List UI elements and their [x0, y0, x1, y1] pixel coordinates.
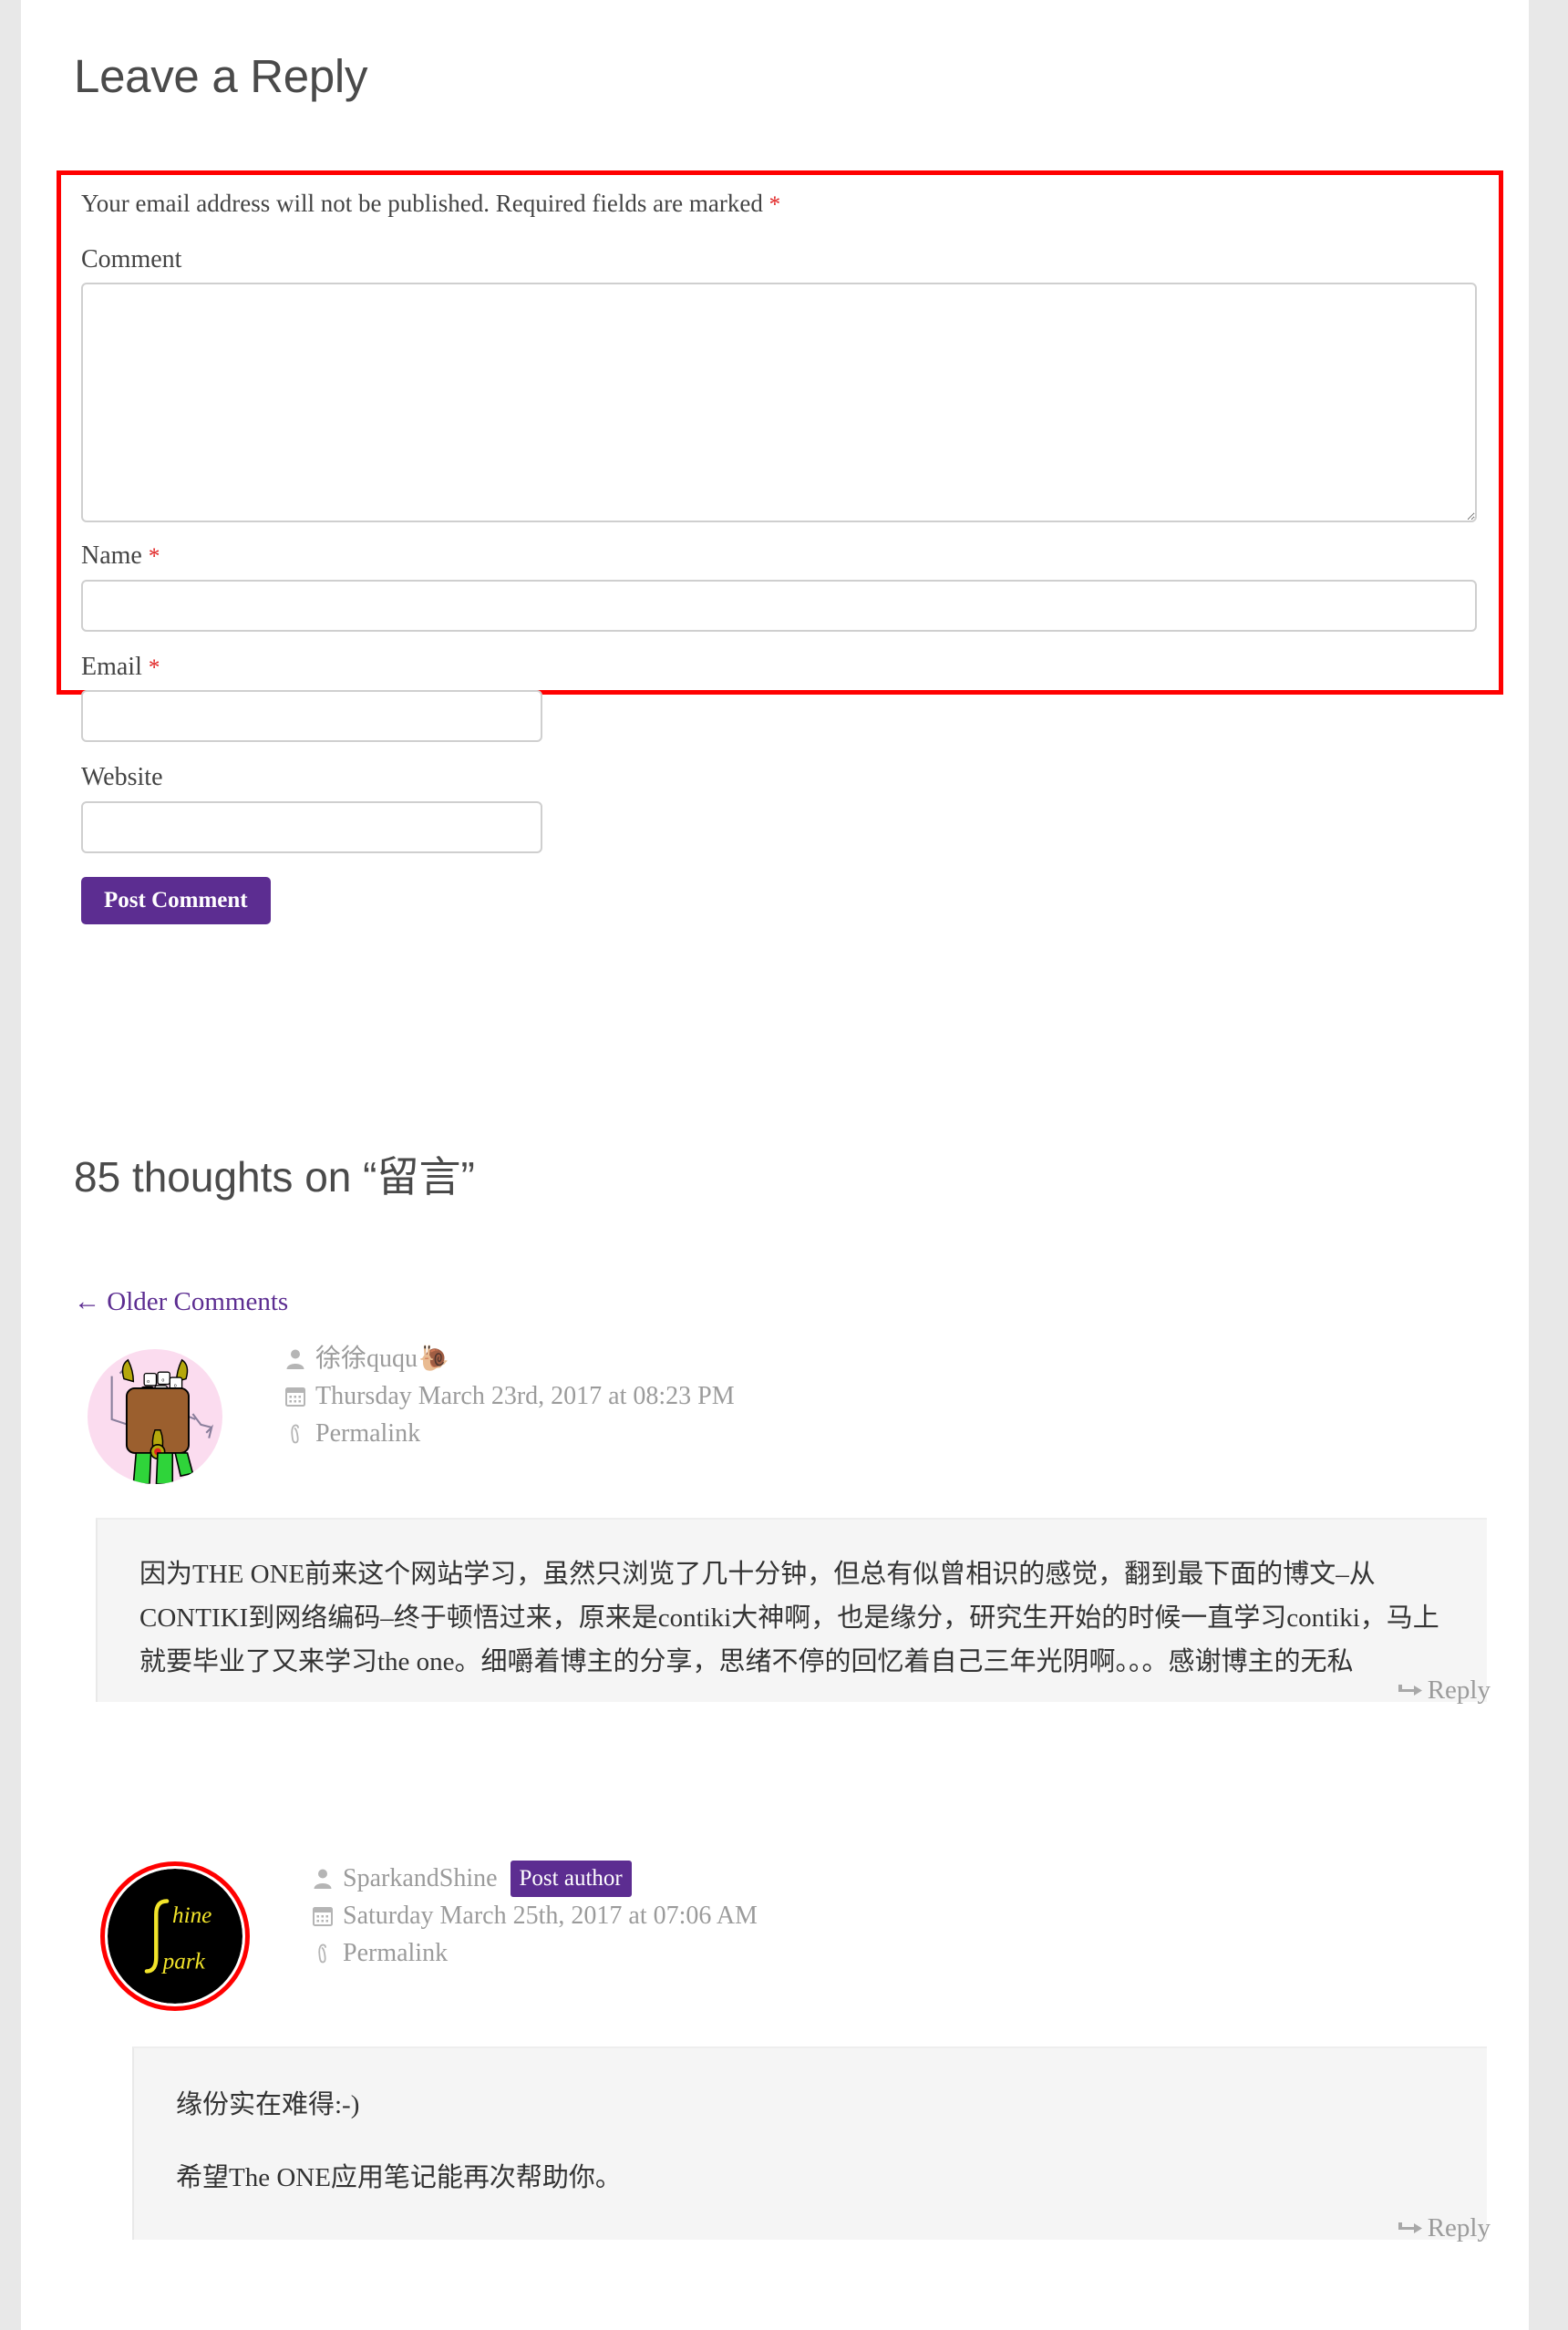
link-icon: [311, 1943, 335, 1964]
required-marker: *: [769, 192, 781, 217]
name-label: Name *: [81, 541, 1499, 572]
older-comments-link[interactable]: ← Older Comments: [74, 1287, 288, 1317]
comment-body: 缘份实在难得:-) 希望The ONE应用笔记能再次帮助你。: [132, 2046, 1487, 2240]
comment-label: Comment: [81, 244, 182, 273]
avatar: ooo ooo: [88, 1349, 222, 1484]
permalink-link[interactable]: Permalink: [343, 1935, 448, 1972]
comment-author-row: SparkandShine Post author: [311, 1860, 758, 1897]
user-icon: [311, 1868, 335, 1890]
comment-form-region: Your email address will not be published…: [57, 170, 1503, 924]
monster-avatar-icon: ooo ooo: [88, 1349, 222, 1484]
comment-paragraph: 缘份实在难得:-): [176, 2090, 360, 2119]
comment-meta: 徐徐ququ 🐌 Thursday March 23rd, 2017 at 08…: [284, 1340, 735, 1452]
comment-body: 因为THE ONE前来这个网站学习，虽然只浏览了几十分钟，但总有似曾相识的感觉，…: [96, 1518, 1487, 1702]
name-input[interactable]: [81, 579, 1477, 632]
comment-permalink-row: Permalink: [311, 1934, 758, 1972]
avatar-highlight-ring: [100, 1861, 250, 2011]
email-input[interactable]: [81, 690, 542, 743]
comments-page-content: Leave a Reply Your email address will no…: [21, 0, 1529, 2242]
reply-arrow-icon: [1397, 2218, 1424, 2240]
comment-author-row: 徐徐ququ 🐌: [284, 1340, 735, 1377]
comment-paragraph: 希望The ONE应用笔记能再次帮助你。: [176, 2163, 622, 2193]
form-notice: Your email address will not be published…: [81, 188, 1499, 221]
name-label-text: Name: [81, 541, 142, 571]
comment-date: Saturday March 25th, 2017 at 07:06 AM: [343, 1901, 758, 1930]
comment-input[interactable]: [81, 283, 1477, 523]
comment-paragraph: 因为THE ONE前来这个网站学习，虽然只浏览了几十分钟，但总有似曾相识的感觉，…: [139, 1560, 1439, 1677]
comment-date-row: Thursday March 23rd, 2017 at 08:23 PM: [284, 1377, 735, 1415]
website-input[interactable]: [81, 800, 542, 853]
comment-permalink-row: Permalink: [284, 1415, 735, 1452]
permalink-link[interactable]: Permalink: [315, 1416, 420, 1452]
comment-date: Thursday March 23rd, 2017 at 08:23 PM: [315, 1381, 735, 1410]
email-label: Email *: [81, 652, 1499, 683]
reply-arrow-icon: [1397, 1680, 1424, 1702]
comment-form: Your email address will not be published…: [61, 175, 1499, 924]
user-icon: [284, 1348, 307, 1370]
post-author-badge: Post author: [510, 1860, 632, 1897]
svg-text:o: o: [147, 1379, 150, 1385]
avatar-image-ququ: ooo ooo: [88, 1349, 222, 1484]
reply-button[interactable]: Reply: [1397, 1675, 1491, 1706]
snail-emoji-icon: 🐌: [418, 1345, 449, 1373]
website-label: Website: [81, 763, 163, 792]
discussion-heading: 85 thoughts on “留言”: [74, 1153, 475, 1201]
page-canvas: Leave a Reply Your email address will no…: [21, 0, 1529, 2330]
post-comment-button[interactable]: Post Comment: [81, 876, 271, 924]
email-label-text: Email: [81, 652, 142, 681]
calendar-icon: [311, 1905, 335, 1926]
comment-date-row: Saturday March 25th, 2017 at 07:06 AM: [311, 1897, 758, 1934]
link-icon: [284, 1423, 307, 1445]
reply-button[interactable]: Reply: [1397, 2213, 1491, 2243]
comment-author-name: SparkandShine: [343, 1863, 498, 1892]
comment-meta: SparkandShine Post author Saturday March…: [311, 1860, 758, 1972]
page-title: Leave a Reply: [74, 50, 368, 102]
avatar: hine park: [100, 1861, 250, 2011]
calendar-icon: [284, 1386, 307, 1407]
reply-label: Reply: [1427, 2213, 1491, 2242]
email-required-marker: *: [148, 655, 160, 680]
svg-text:o: o: [161, 1378, 164, 1384]
form-notice-text: Your email address will not be published…: [81, 190, 763, 217]
reply-label: Reply: [1427, 1675, 1491, 1705]
comment-author-name: 徐徐ququ: [315, 1344, 418, 1373]
name-required-marker: *: [148, 544, 160, 570]
